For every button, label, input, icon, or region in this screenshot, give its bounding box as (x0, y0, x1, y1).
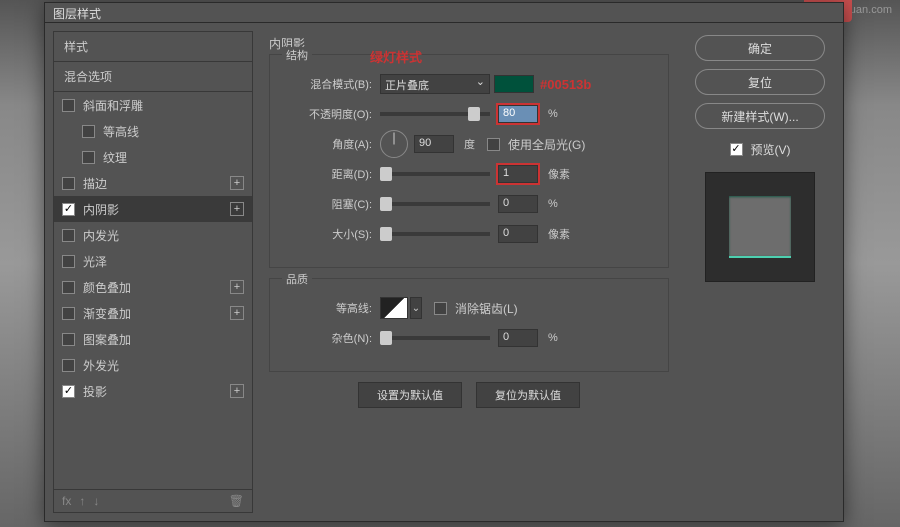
style-label: 描边 (83, 175, 107, 192)
size-label: 大小(S): (284, 226, 380, 242)
choke-label: 阻塞(C): (284, 196, 380, 212)
arrow-down-icon[interactable]: ↓ (93, 494, 99, 508)
blend-mode-label: 混合模式(B): (284, 76, 380, 92)
style-label: 外发光 (83, 357, 119, 374)
style-label: 图案叠加 (83, 331, 131, 348)
style-item-4[interactable]: 内阴影 + (54, 196, 252, 222)
style-item-8[interactable]: 渐变叠加 + (54, 300, 252, 326)
style-item-3[interactable]: 描边 + (54, 170, 252, 196)
contour-dropdown[interactable]: ⌄ (410, 297, 422, 319)
preview-area (705, 172, 815, 282)
style-checkbox[interactable] (62, 229, 75, 242)
noise-label: 杂色(N): (284, 330, 380, 346)
distance-label: 距离(D): (284, 166, 380, 182)
style-checkbox[interactable] (62, 359, 75, 372)
style-checkbox[interactable] (62, 307, 75, 320)
quality-label: 品质 (282, 271, 312, 287)
style-checkbox[interactable] (62, 385, 75, 398)
style-checkbox[interactable] (82, 125, 95, 138)
style-item-10[interactable]: 外发光 (54, 352, 252, 378)
antialias-checkbox[interactable] (434, 302, 447, 315)
noise-slider[interactable] (380, 336, 490, 340)
style-checkbox[interactable] (62, 203, 75, 216)
style-label: 投影 (83, 383, 107, 400)
add-effect-icon[interactable]: + (230, 384, 244, 398)
style-label: 斜面和浮雕 (83, 97, 143, 114)
distance-slider[interactable] (380, 172, 490, 176)
angle-input[interactable]: 90 (414, 135, 454, 153)
style-checkbox[interactable] (62, 177, 75, 190)
style-item-5[interactable]: 内发光 (54, 222, 252, 248)
global-light-label: 使用全局光(G) (508, 136, 585, 153)
trash-icon[interactable]: 🗑 (229, 494, 244, 508)
blend-mode-select[interactable]: 正片叠底 (380, 74, 490, 94)
add-effect-icon[interactable]: + (230, 176, 244, 190)
preview-label: 预览(V) (751, 141, 791, 158)
angle-dial[interactable] (380, 130, 408, 158)
pixels-label: 像素 (548, 166, 570, 182)
opacity-input[interactable]: 80 (498, 105, 538, 123)
opacity-label: 不透明度(O): (284, 106, 380, 122)
styles-header[interactable]: 样式 (54, 32, 252, 62)
style-checkbox[interactable] (62, 281, 75, 294)
color-swatch[interactable] (494, 75, 534, 93)
cancel-button[interactable]: 复位 (695, 69, 825, 95)
style-label: 内发光 (83, 227, 119, 244)
size-slider[interactable] (380, 232, 490, 236)
layer-style-dialog: 图层样式 样式 混合选项 斜面和浮雕等高线纹理描边 + 内阴影 + 内发光光泽颜色叠加 +… (44, 2, 844, 522)
style-label: 颜色叠加 (83, 279, 131, 296)
noise-input[interactable]: 0 (498, 329, 538, 347)
style-checkbox[interactable] (62, 255, 75, 268)
dialog-title: 图层样式 (45, 3, 843, 23)
arrow-up-icon[interactable]: ↑ (79, 494, 85, 508)
style-label: 渐变叠加 (83, 305, 131, 322)
style-checkbox[interactable] (62, 333, 75, 346)
add-effect-icon[interactable]: + (230, 280, 244, 294)
style-item-6[interactable]: 光泽 (54, 248, 252, 274)
annotation-green: 绿灯样式 (370, 47, 422, 66)
style-label: 纹理 (103, 149, 127, 166)
action-panel: 确定 复位 新建样式(W)... 预览(V) (685, 31, 835, 513)
styles-panel: 样式 混合选项 斜面和浮雕等高线纹理描边 + 内阴影 + 内发光光泽颜色叠加 + 渐变叠加 +… (53, 31, 253, 513)
style-item-2[interactable]: 纹理 (54, 144, 252, 170)
choke-slider[interactable] (380, 202, 490, 206)
style-item-1[interactable]: 等高线 (54, 118, 252, 144)
hex-annotation: #00513b (540, 77, 591, 92)
blending-options[interactable]: 混合选项 (54, 62, 252, 92)
effect-title: 内阴影 (269, 35, 669, 52)
style-label: 光泽 (83, 253, 107, 270)
style-item-7[interactable]: 颜色叠加 + (54, 274, 252, 300)
contour-label: 等高线: (284, 300, 380, 316)
ok-button[interactable]: 确定 (695, 35, 825, 61)
make-default-button[interactable]: 设置为默认值 (358, 382, 462, 408)
fx-icon[interactable]: fx (62, 494, 71, 508)
settings-panel: 内阴影 结构 绿灯样式 混合模式(B): 正片叠底 #00513b 不透明度(O… (261, 31, 677, 513)
preview-checkbox[interactable] (730, 143, 743, 156)
percent-label: % (548, 108, 558, 120)
style-item-11[interactable]: 投影 + (54, 378, 252, 404)
style-checkbox[interactable] (62, 99, 75, 112)
add-effect-icon[interactable]: + (230, 202, 244, 216)
style-label: 等高线 (103, 123, 139, 140)
style-item-9[interactable]: 图案叠加 (54, 326, 252, 352)
style-item-0[interactable]: 斜面和浮雕 (54, 92, 252, 118)
style-label: 内阴影 (83, 201, 119, 218)
antialias-label: 消除锯齿(L) (455, 300, 518, 317)
reset-default-button[interactable]: 复位为默认值 (476, 382, 580, 408)
choke-input[interactable]: 0 (498, 195, 538, 213)
angle-label: 角度(A): (284, 136, 380, 152)
distance-input[interactable]: 1 (498, 165, 538, 183)
structure-label: 结构 (282, 47, 312, 63)
contour-picker[interactable] (380, 297, 408, 319)
opacity-slider[interactable] (380, 112, 490, 116)
new-style-button[interactable]: 新建样式(W)... (695, 103, 825, 129)
add-effect-icon[interactable]: + (230, 306, 244, 320)
preview-swatch (729, 196, 791, 258)
global-light-checkbox[interactable] (487, 138, 500, 151)
degree-label: 度 (464, 136, 475, 152)
size-input[interactable]: 0 (498, 225, 538, 243)
style-checkbox[interactable] (82, 151, 95, 164)
